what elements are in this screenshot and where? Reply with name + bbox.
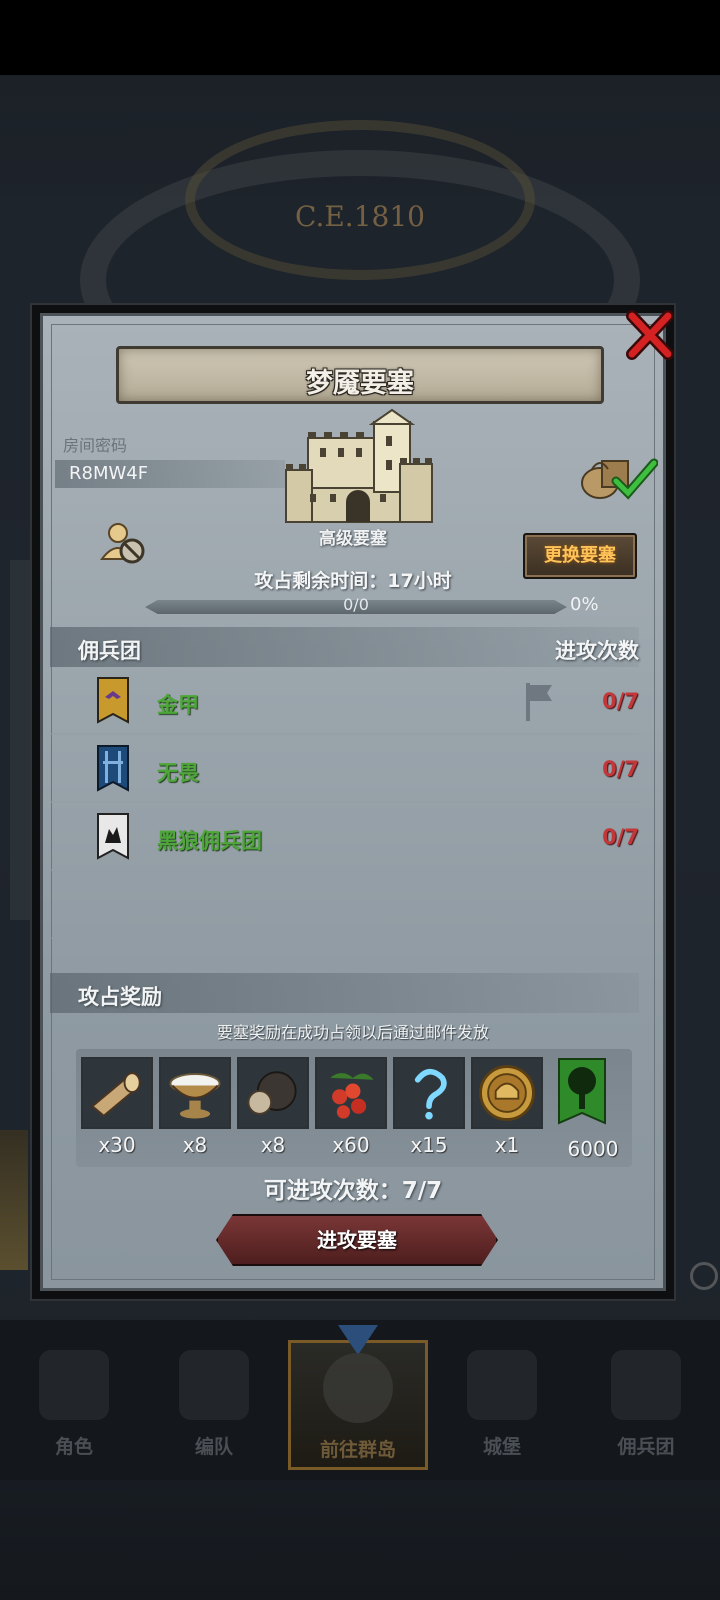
- mercenary-name: 金甲: [157, 693, 199, 717]
- attack-fortress-label: 进攻要塞: [317, 1228, 397, 1252]
- dialog-panel: 梦魇要塞 房间密码 R8MW4F 高级要塞 更换要塞 攻占剩余时间：17小时 0…: [40, 313, 666, 1291]
- reward-section-header: 攻占奖励: [50, 973, 639, 1013]
- castle-icon: [285, 408, 433, 523]
- capture-progress-percent: 0%: [570, 594, 599, 615]
- reward-icon-frame: [159, 1057, 231, 1129]
- close-icon: [626, 310, 674, 360]
- helmet-medal-icon: [473, 1059, 541, 1127]
- reward-item[interactable]: x8: [237, 1057, 309, 1157]
- nav-tab-mercenary[interactable]: 佣兵团: [576, 1340, 716, 1470]
- reward-quantity: x60: [332, 1133, 370, 1157]
- reward-item[interactable]: x15: [393, 1057, 465, 1157]
- mercenary-row[interactable]: 金甲 0/7: [50, 667, 639, 735]
- fortress-dialog: 梦魇要塞 房间密码 R8MW4F 高级要塞 更换要塞 攻占剩余时间：17小时 0…: [30, 303, 676, 1301]
- nav-tab-label: 城堡: [482, 1436, 521, 1458]
- nav-tab-character[interactable]: 角色: [4, 1340, 144, 1470]
- mercenary-attack-count: 0/7: [602, 825, 639, 849]
- capture-progress-text: 0/0: [343, 595, 369, 614]
- reward-item[interactable]: x60: [315, 1057, 387, 1157]
- reward-list: x30 x8 x8 x60 x15 x1 6000: [76, 1049, 632, 1167]
- compass-icon: [323, 1353, 393, 1423]
- nav-tab-label: 角色: [54, 1436, 93, 1458]
- player-ban-icon[interactable]: [100, 521, 146, 565]
- reward-item[interactable]: x8: [159, 1057, 231, 1157]
- cream-bowl-icon: [161, 1059, 229, 1127]
- mercenary-row[interactable]: 无畏 0/7: [50, 735, 639, 803]
- close-button[interactable]: [624, 310, 674, 360]
- mercenary-name: 黑狼佣兵团: [157, 829, 262, 853]
- nav-tab-castle[interactable]: 城堡: [432, 1340, 572, 1470]
- background-year: C.E.1810: [295, 200, 425, 233]
- wood-log-icon: [83, 1059, 151, 1127]
- reward-note: 要塞奖励在成功占领以后通过邮件发放: [216, 1023, 489, 1042]
- blue-banner-icon: [97, 745, 129, 792]
- remaining-time: 攻占剩余时间：17小时: [254, 570, 452, 592]
- nav-tab-label: 编队: [194, 1436, 233, 1458]
- background-gold-edge: [0, 1130, 28, 1270]
- reward-section-title: 攻占奖励: [78, 985, 162, 1009]
- chevron-down-icon: [338, 1325, 378, 1355]
- mercenary-name: 无畏: [157, 761, 199, 785]
- mercenary-section-header: 佣兵团 进攻次数: [50, 627, 639, 667]
- reward-quantity: x8: [260, 1133, 286, 1157]
- title-banner: 梦魇要塞: [116, 346, 604, 404]
- truffle-icon: [239, 1059, 307, 1127]
- berries-icon: [317, 1059, 385, 1127]
- knight-icon: [39, 1350, 109, 1420]
- room-code-value[interactable]: R8MW4F: [55, 460, 285, 488]
- reward-icon-frame: [315, 1057, 387, 1129]
- nav-tab-islands[interactable]: 前往群岛: [288, 1325, 428, 1470]
- available-attacks: 可进攻次数：7/7: [263, 1178, 443, 1204]
- reward-icon-frame: [393, 1057, 465, 1129]
- reward-item[interactable]: x1: [471, 1057, 543, 1157]
- castle-icon: [467, 1350, 537, 1420]
- status-bar-area: [0, 0, 720, 75]
- attacks-column-header: 进攻次数: [555, 639, 639, 663]
- flag-icon: [526, 683, 552, 721]
- reward-quantity: x8: [182, 1133, 208, 1157]
- nav-tab-formation[interactable]: 编队: [144, 1340, 284, 1470]
- reward-item[interactable]: 6000: [557, 1057, 629, 1161]
- reward-quantity: x1: [494, 1133, 520, 1157]
- mercenary-attack-count: 0/7: [602, 689, 639, 713]
- nav-tab-label: 前往群岛: [319, 1439, 396, 1461]
- mercenary-attack-count: 0/7: [602, 757, 639, 781]
- black-wolf-banner-icon: [97, 813, 129, 860]
- question-rune-icon: [395, 1059, 463, 1127]
- reward-icon-frame: [81, 1057, 153, 1129]
- mercenary-icon: [611, 1350, 681, 1420]
- room-code-label: 房间密码: [63, 436, 128, 455]
- reward-item[interactable]: x30: [81, 1057, 153, 1157]
- reward-quantity: x30: [98, 1133, 136, 1157]
- mercenary-section-title: 佣兵团: [78, 639, 141, 663]
- nav-tab-label: 佣兵团: [617, 1436, 675, 1458]
- reward-quantity: x15: [410, 1133, 448, 1157]
- bottom-nav: 角色 编队 前往群岛 城堡 佣兵团: [0, 1320, 720, 1480]
- reward-icon-frame: [237, 1057, 309, 1129]
- reward-icon-frame: [471, 1057, 543, 1129]
- helmet-icon: [179, 1350, 249, 1420]
- resource-check-icon[interactable]: [578, 451, 658, 501]
- mercenary-row[interactable]: 黑狼佣兵团 0/7: [50, 803, 639, 871]
- background-circle-button: [690, 1262, 718, 1290]
- dialog-title: 梦魇要塞: [306, 368, 414, 399]
- empty-mercenary-row: [50, 871, 639, 939]
- tree-banner-icon: [558, 1058, 606, 1125]
- reward-quantity: 6000: [567, 1137, 619, 1161]
- attack-fortress-button[interactable]: 进攻要塞: [216, 1214, 498, 1266]
- gold-eagle-banner-icon: [97, 677, 129, 724]
